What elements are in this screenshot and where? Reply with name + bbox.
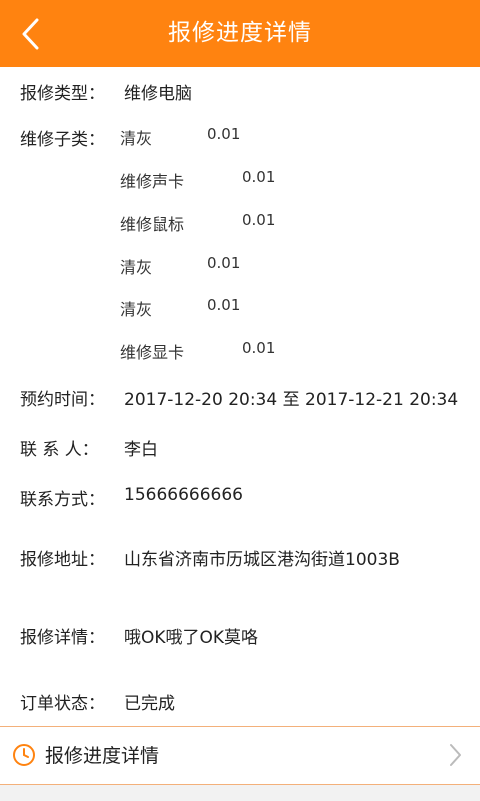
phone-value: 15666666666 bbox=[124, 485, 243, 505]
phone-label: 联系方式： bbox=[20, 490, 105, 510]
appointment-time-value: 2017-12-20 20:34 至 2017-12-21 20:34 bbox=[124, 390, 459, 410]
subtype-price: 0.01 bbox=[207, 296, 241, 314]
app-header: 报修进度详情 bbox=[0, 0, 480, 67]
order-status-value: 已完成 bbox=[124, 694, 175, 714]
address-label: 报修地址： bbox=[20, 550, 105, 570]
order-status-label: 订单状态： bbox=[20, 694, 105, 714]
subtype-name: 清灰 bbox=[120, 258, 153, 277]
address-value: 山东省济南市历城区港沟街道1003B bbox=[124, 550, 400, 570]
subtype-price: 0.01 bbox=[242, 339, 276, 357]
repair-type-value: 维修电脑 bbox=[124, 84, 192, 104]
subtype-price: 0.01 bbox=[207, 125, 241, 143]
contact-value: 李白 bbox=[124, 440, 158, 460]
repair-type-label: 报修类型： bbox=[20, 84, 105, 104]
subtype-price: 0.01 bbox=[242, 168, 276, 186]
progress-detail-entry[interactable]: 报修进度详情 bbox=[0, 727, 480, 784]
repair-details: 报修类型： 维修电脑 维修子类： 清灰 0.01 维修声卡 0.01 维修鼠标 … bbox=[0, 67, 480, 727]
subtype-name: 维修显卡 bbox=[120, 343, 185, 362]
repair-detail-value: 哦OK哦了OK莫咯 bbox=[124, 628, 259, 648]
bottom-area bbox=[0, 784, 480, 801]
subtype-name: 清灰 bbox=[120, 300, 153, 319]
subtype-price: 0.01 bbox=[242, 211, 276, 229]
appointment-time-label: 预约时间： bbox=[20, 390, 105, 410]
subtype-name: 维修声卡 bbox=[120, 172, 185, 191]
clock-icon bbox=[13, 744, 35, 766]
subtype-label: 维修子类： bbox=[20, 130, 105, 150]
repair-detail-label: 报修详情： bbox=[20, 628, 105, 648]
chevron-right-icon bbox=[450, 744, 461, 766]
subtype-price: 0.01 bbox=[207, 254, 241, 272]
subtype-name: 清灰 bbox=[120, 129, 153, 148]
page-title: 报修进度详情 bbox=[168, 20, 312, 46]
subtype-name: 维修鼠标 bbox=[120, 215, 185, 234]
contact-label: 联 系 人： bbox=[20, 440, 99, 460]
progress-detail-label: 报修进度详情 bbox=[45, 745, 160, 767]
